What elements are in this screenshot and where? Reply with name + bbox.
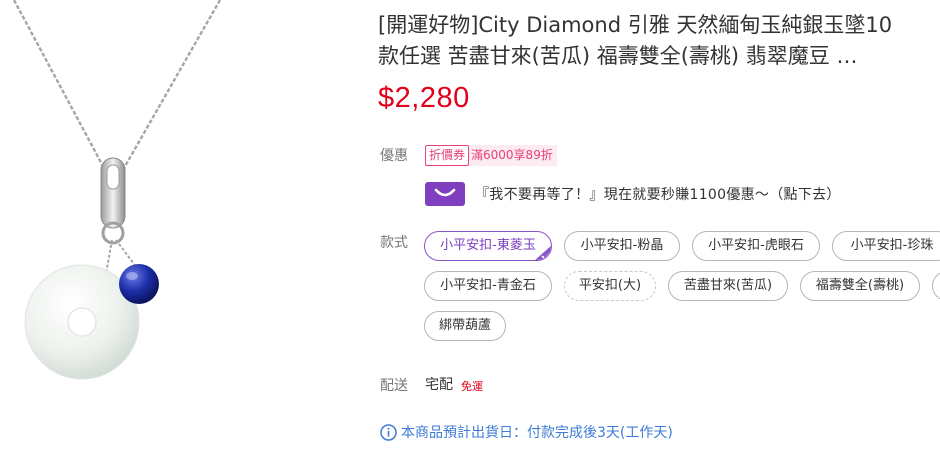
style-option-truncated[interactable] (932, 271, 940, 301)
style-option-label: 小平安扣-粉晶 (580, 238, 664, 253)
style-option-peach[interactable]: 福壽雙全(壽桃) (800, 271, 920, 301)
styles-label: 款式 (380, 235, 408, 251)
shipping-label: 配送 (380, 378, 408, 394)
pendant-necklace-image (12, 0, 222, 380)
style-option-pearl[interactable]: 小平安扣-珍珠 (832, 231, 940, 261)
style-option-east-jade[interactable]: 小平安扣-東菱玉 (424, 231, 552, 261)
style-option-rose-quartz[interactable]: 小平安扣-粉晶 (564, 231, 680, 261)
style-option-label: 福壽雙全(壽桃) (815, 278, 905, 293)
checkmark-icon (535, 245, 551, 260)
style-option-label: 平安扣(大) (578, 278, 642, 293)
style-option-lapis[interactable]: 小平安扣-青金石 (424, 271, 552, 301)
style-option-bitter-melon[interactable]: 苦盡甘來(苦瓜) (668, 271, 788, 301)
product-price: $2,280 (378, 82, 470, 114)
shipping-method: 宅配 (425, 377, 453, 393)
style-option-gourd[interactable]: 綁帶葫蘆 (424, 311, 506, 341)
free-shipping-badge: 免運 (461, 380, 483, 393)
style-option-label: 小平安扣-虎眼石 (708, 238, 804, 253)
product-title-line1: [開運好物]City Diamond 引雅 天然緬甸玉純銀玉墜10 (378, 13, 893, 37)
info-icon (380, 423, 397, 441)
style-option-label: 綁帶葫蘆 (438, 318, 491, 333)
product-title-line2: 款任選 苦盡甘來(苦瓜) 福壽雙全(壽桃) 翡翠魔豆 … (378, 44, 858, 68)
style-option-tiger-eye[interactable]: 小平安扣-虎眼石 (692, 231, 820, 261)
product-title: [開運好物]City Diamond 引雅 天然緬甸玉純銀玉墜10 款任選 苦盡… (378, 10, 934, 72)
style-option-large-disc[interactable]: 平安扣(大) (564, 271, 656, 301)
shipping-eta: 本商品預計出貨日：付款完成後3天(工作天) (380, 422, 673, 442)
promo-banner[interactable]: 『我不要再等了！』現在就要秒賺1100優惠～（點下去） (425, 182, 841, 206)
promo-text: 『我不要再等了！』現在就要秒賺1100優惠～（點下去） (475, 187, 841, 203)
style-option-label: 小平安扣-東菱玉 (440, 238, 536, 253)
coupon-condition: 滿6000享89折 (469, 144, 557, 166)
style-option-label: 小平安扣-青金石 (440, 278, 536, 293)
offers-label: 優惠 (380, 148, 408, 164)
product-image[interactable] (0, 0, 250, 450)
style-option-label: 苦盡甘來(苦瓜) (683, 278, 773, 293)
smile-bag-icon (425, 182, 465, 206)
coupon-badge[interactable]: 折價券 滿6000享89折 (425, 144, 557, 166)
coupon-tag: 折價券 (425, 144, 470, 166)
shipping-eta-text: 本商品預計出貨日：付款完成後3天(工作天) (401, 425, 673, 441)
style-option-label: 小平安扣-珍珠 (850, 238, 934, 253)
